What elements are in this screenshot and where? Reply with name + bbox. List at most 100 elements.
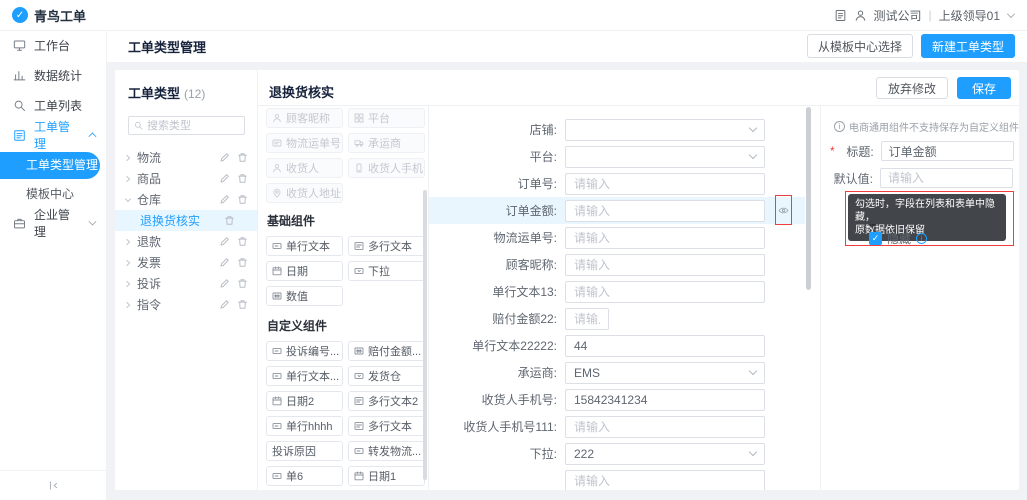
edit-icon[interactable] (219, 194, 230, 205)
trash-icon[interactable] (237, 278, 248, 289)
field-label: 平台: (529, 150, 557, 164)
palette-item[interactable]: 多行文本 (348, 236, 425, 256)
type-name: 仓库 (137, 193, 162, 207)
type-list-item[interactable]: 指令 (115, 294, 257, 315)
sidebar-item-order-list[interactable]: 工单列表 (0, 90, 106, 120)
field-input[interactable] (565, 334, 765, 357)
trash-icon[interactable] (237, 257, 248, 268)
edit-icon[interactable] (219, 152, 230, 163)
palette-item[interactable]: 日期2 (266, 391, 343, 411)
field-input[interactable] (565, 469, 765, 490)
palette-item[interactable]: 单行hhhh (266, 416, 343, 436)
type-list-item[interactable]: 投诉 (115, 273, 257, 294)
palette-item[interactable]: 单行文本 (266, 236, 343, 256)
form-field-row: 订单号: (429, 170, 805, 197)
textarea-icon (354, 241, 364, 251)
field-select[interactable] (565, 145, 765, 168)
sidebar-item-stats[interactable]: 数据统计 (0, 60, 106, 90)
edit-icon[interactable] (219, 257, 230, 268)
hide-checkbox[interactable]: ✓ (869, 232, 882, 245)
edit-icon[interactable] (219, 173, 230, 184)
type-list-item[interactable]: 物流 (115, 147, 257, 168)
palette-item[interactable]: 转发物流... (348, 441, 425, 461)
type-list-item[interactable]: 商品 (115, 168, 257, 189)
palette-item[interactable]: 多行文本2 (348, 391, 425, 411)
field-input[interactable] (565, 172, 765, 195)
tooltip-arrow (868, 224, 876, 228)
info-icon[interactable]: i (916, 233, 928, 244)
chevron-right-icon (124, 238, 132, 246)
collapse-sidebar-icon[interactable] (0, 470, 106, 500)
field-title-input[interactable] (880, 141, 1014, 161)
palette-item: 承运商 (348, 133, 425, 153)
account-dropdown[interactable]: 上级领导01 (939, 7, 1000, 24)
field-input[interactable] (565, 307, 609, 330)
form-field-row: 收货人手机号111: (429, 413, 805, 440)
palette-item[interactable]: 日期 (266, 261, 343, 281)
form-scrollbar[interactable] (806, 107, 811, 290)
trash-icon[interactable] (237, 173, 248, 184)
new-type-button[interactable]: 新建工单类型 (920, 34, 1015, 58)
field-select[interactable]: EMS (565, 361, 765, 384)
trash-icon[interactable] (237, 194, 248, 205)
palette-item[interactable]: 投诉编号... (266, 341, 343, 361)
palette-item[interactable]: 赔付金额... (348, 341, 425, 361)
trash-icon[interactable] (237, 299, 248, 310)
required-mark: * (830, 144, 835, 158)
palette-item[interactable]: 下拉 (348, 261, 425, 281)
type-name: 投诉 (137, 277, 162, 291)
palette-item: 收货人地址 (266, 183, 343, 203)
user-icon (272, 163, 282, 173)
field-input[interactable] (565, 415, 765, 438)
palette-item[interactable]: 多行文本 (348, 416, 425, 436)
palette-scrollbar[interactable] (423, 190, 427, 480)
trash-icon[interactable] (237, 236, 248, 247)
palette-item[interactable]: 日期1 (348, 466, 425, 486)
field-select[interactable]: 222 (565, 442, 765, 465)
sidebar-item-template-center[interactable]: 模板中心 (0, 181, 106, 208)
type-search-input[interactable] (147, 119, 239, 132)
type-list-item[interactable]: 发票 (115, 252, 257, 273)
field-input[interactable] (565, 280, 765, 303)
trash-icon[interactable] (224, 215, 235, 226)
palette-item[interactable]: 投诉原因 (266, 441, 343, 461)
document-icon[interactable] (834, 9, 847, 22)
type-list-item[interactable]: 退换货核实 (115, 210, 257, 231)
chevron-down-icon (124, 196, 132, 204)
choose-from-template-button[interactable]: 从模板中心选择 (806, 34, 913, 58)
field-input[interactable] (565, 388, 765, 411)
chevron-down-icon[interactable] (1007, 9, 1015, 18)
save-button[interactable]: 保存 (956, 77, 1011, 99)
sidebar-item-order-mgmt[interactable]: 工单管理 (0, 120, 106, 151)
edit-icon[interactable] (219, 278, 230, 289)
palette-item[interactable]: 数值 (266, 286, 343, 306)
field-input[interactable] (565, 226, 765, 249)
palette-item[interactable]: 发货仓 (348, 366, 425, 386)
input-icon (354, 446, 364, 456)
ecommerce-components: 顾客昵称平台物流运单号承运商收货人收货人手机号收货人地址 (266, 108, 428, 203)
hide-eye-icon[interactable] (775, 195, 792, 225)
page-header: 工单类型管理 从模板中心选择 新建工单类型 (107, 30, 1027, 62)
form-field-row: 收货人手机号: (429, 386, 805, 413)
field-input[interactable] (565, 253, 765, 276)
field-input[interactable] (565, 199, 765, 222)
field-select[interactable] (565, 118, 765, 141)
inspector-notice: 电商通用组件不支持保存为自定义组件 (849, 123, 1019, 134)
trash-icon[interactable] (237, 152, 248, 163)
palette-item[interactable]: 单6 (266, 466, 343, 486)
waybill-icon (272, 138, 282, 148)
discard-button[interactable]: 放弃修改 (875, 77, 948, 99)
form-field-row (429, 467, 805, 490)
edit-icon[interactable] (219, 299, 230, 310)
sidebar-item-workbench[interactable]: 工作台 (0, 30, 106, 60)
palette-item: 物流运单号 (266, 133, 343, 153)
type-list-item[interactable]: 退款 (115, 231, 257, 252)
sidebar-item-enterprise[interactable]: 企业管理 (0, 208, 106, 239)
type-name: 发票 (137, 256, 162, 270)
custom-components: 投诉编号... 赔付金额... 单行文本... 发货仓 日期2 多行文本2 单行hhhh 多行… (266, 341, 428, 490)
palette-item[interactable]: 单行文本... (266, 366, 343, 386)
sidebar-item-type-mgmt-active[interactable]: 工单类型管理 (0, 152, 100, 179)
edit-icon[interactable] (219, 236, 230, 247)
default-value-input[interactable] (880, 168, 1013, 188)
type-list-item[interactable]: 仓库 (115, 189, 257, 210)
